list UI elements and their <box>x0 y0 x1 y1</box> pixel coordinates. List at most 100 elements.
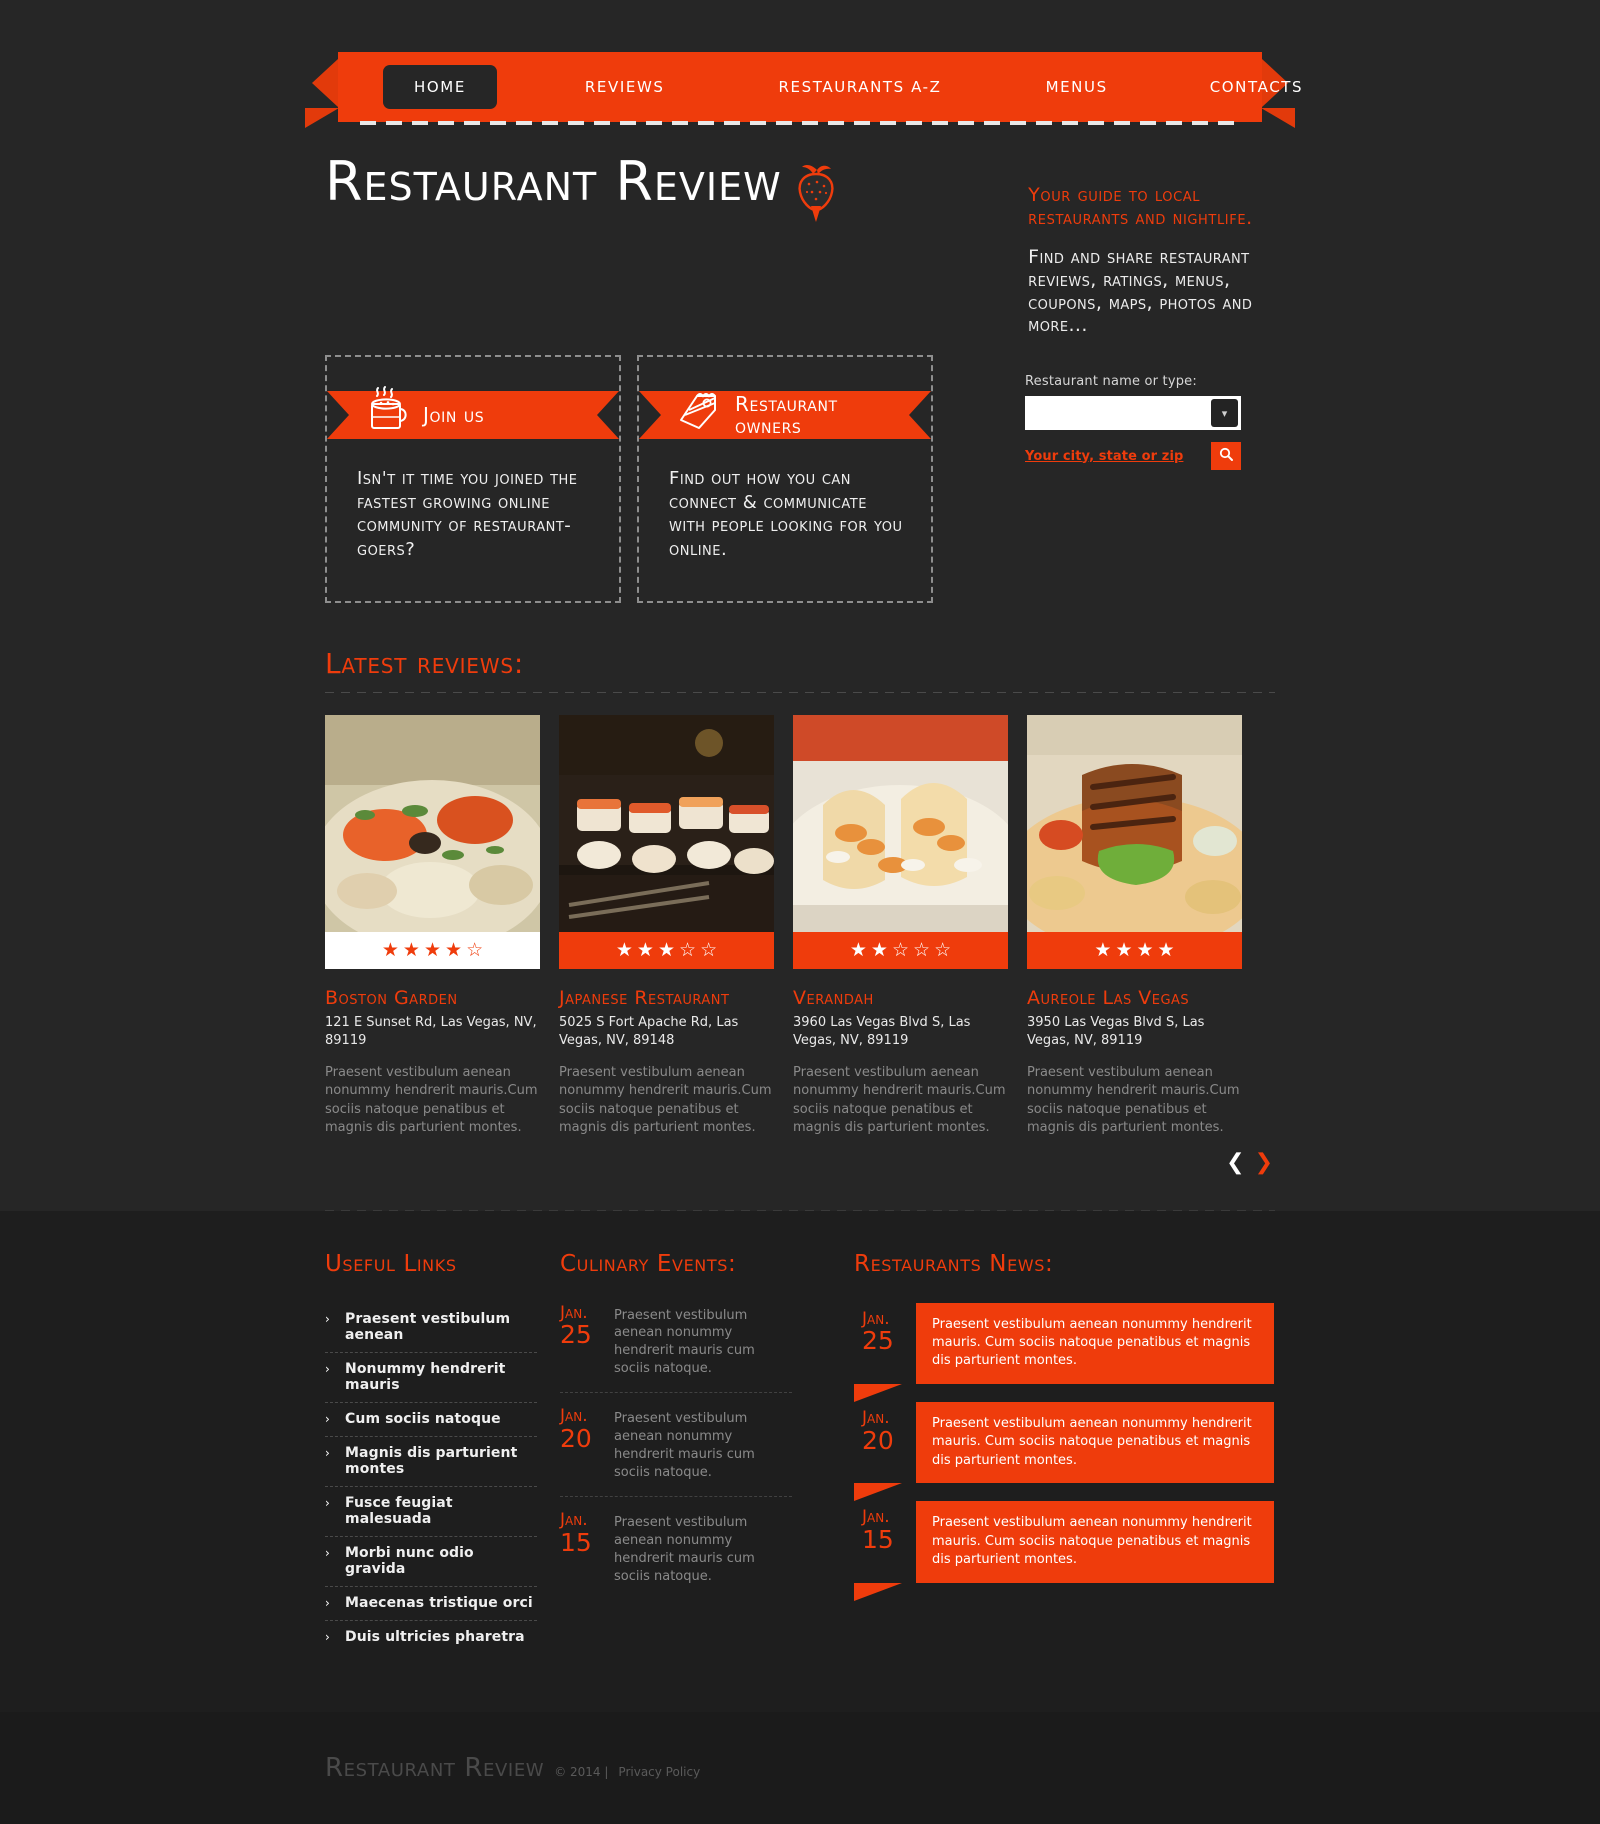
star-icon: ☆ <box>891 938 910 961</box>
review-card-rating: ★ ★ ☆ ☆ ☆ <box>793 931 1008 969</box>
footer-columns-region: Useful Links › Praesent vestibulum aenea… <box>0 1210 1600 1712</box>
nav-list: HOME REVIEWS RESTAURANTS A-Z MENUS CONTA… <box>338 52 1302 122</box>
list-item[interactable]: Jan. 15 Praesent vestibulum aenean nonum… <box>854 1501 1274 1602</box>
sushi-platter-photo <box>559 714 774 932</box>
useful-link-label: Magnis dis parturient montes <box>345 1444 518 1477</box>
tagline-secondary: Find and share restaurant reviews, ratin… <box>1028 246 1253 337</box>
chevron-down-icon[interactable]: ▾ <box>1211 399 1238 427</box>
review-cards: ★ ★ ★ ★ ☆ Boston Garden 121 E Sunset Rd,… <box>325 714 1275 1138</box>
review-card-image <box>325 714 540 932</box>
review-card[interactable]: ★ ★ ★ ★ Aureole Las Vegas 3950 Las Vegas… <box>1027 714 1242 1138</box>
useful-links-column: Useful Links › Praesent vestibulum aenea… <box>325 1251 537 1654</box>
chevron-right-icon: › <box>325 1545 330 1560</box>
review-card-address: 3950 Las Vegas Blvd S, Las Vegas, NV, 89… <box>1027 1014 1205 1049</box>
main-navigation: HOME REVIEWS RESTAURANTS A-Z MENUS CONTA… <box>305 52 1302 132</box>
star-icon: ★ <box>1136 938 1154 961</box>
promo-join-us[interactable]: Join us Isn't it time you joined the fas… <box>325 354 621 603</box>
list-item[interactable]: › Nonummy hendrerit mauris <box>325 1353 537 1403</box>
footer-columns: Useful Links › Praesent vestibulum aenea… <box>325 1251 1275 1654</box>
review-card-title[interactable]: Verandah <box>793 987 1008 1009</box>
tagline-column: Your guide to local restaurants and nigh… <box>1028 154 1275 337</box>
search-label: Restaurant name or type: <box>1025 374 1197 389</box>
site-logo[interactable]: Restaurant Review <box>325 153 782 211</box>
search-submit-button[interactable] <box>1211 442 1241 470</box>
coffee-cup-icon <box>363 384 415 436</box>
star-icon: ☆ <box>466 938 484 961</box>
nav-item-reviews[interactable]: REVIEWS <box>559 67 691 107</box>
review-card[interactable]: ★ ★ ☆ ☆ ☆ Verandah 3960 Las Vegas Blvd S… <box>793 714 1008 1138</box>
news-day: 25 <box>862 1326 894 1356</box>
culinary-events-column: Culinary Events: Jan. 25 Praesent vestib… <box>560 1251 792 1654</box>
review-card-title[interactable]: Japanese Restaurant <box>559 987 774 1009</box>
event-day: 15 <box>560 1527 592 1557</box>
useful-link-label: Morbi nunc odio gravida <box>345 1544 474 1577</box>
list-item[interactable]: › Duis ultricies pharetra <box>325 1621 537 1654</box>
culinary-events-title: Culinary Events: <box>560 1250 737 1277</box>
list-item[interactable]: Jan. 20 Praesent vestibulum aenean nonum… <box>560 1406 792 1497</box>
carousel-prev-arrow-icon[interactable]: ❮ <box>1226 1151 1244 1174</box>
privacy-policy-link[interactable]: Privacy Policy <box>618 1765 700 1779</box>
star-icon: ★ <box>1094 938 1112 961</box>
city-state-zip-link[interactable]: Your city, state or zip <box>1025 449 1211 464</box>
review-card-image <box>559 714 774 932</box>
list-item[interactable]: Jan. 20 Praesent vestibulum aenean nonum… <box>854 1401 1274 1502</box>
nav-item-home[interactable]: HOME <box>383 65 497 109</box>
nav-item-menus[interactable]: MENUS <box>1020 67 1134 107</box>
list-item[interactable]: Jan. 25 Praesent vestibulum aenean nonum… <box>560 1303 792 1394</box>
promo-restaurant-owners-label: Restaurant owners <box>735 391 838 438</box>
restaurants-news-column: Restaurants News: Jan. 25 Praesent vesti… <box>854 1251 1274 1654</box>
useful-link-label: Cum sociis natoque <box>345 1410 501 1427</box>
nav-item-contacts[interactable]: CONTACTS <box>1184 67 1329 107</box>
header-region: HOME REVIEWS RESTAURANTS A-Z MENUS CONTA… <box>0 0 1600 1211</box>
review-card-address: 5025 S Fort Apache Rd, Las Vegas, NV, 89… <box>559 1014 739 1049</box>
news-day: 15 <box>862 1525 894 1555</box>
search-input[interactable] <box>1025 396 1211 430</box>
star-icon: ★ <box>849 938 867 961</box>
list-item[interactable]: › Cum sociis natoque <box>325 1403 537 1437</box>
review-card-image <box>1027 714 1242 932</box>
review-card[interactable]: ★ ★ ★ ★ ☆ Boston Garden 121 E Sunset Rd,… <box>325 714 540 1138</box>
review-card-address: 3960 Las Vegas Blvd S, Las Vegas, NV, 89… <box>793 1014 971 1049</box>
promo-restaurant-owners-ribbon: Restaurant owners <box>639 390 931 439</box>
review-card-title[interactable]: Boston Garden <box>325 987 540 1009</box>
star-icon: ☆ <box>934 938 952 961</box>
list-item[interactable]: › Praesent vestibulum aenean <box>325 1303 537 1353</box>
footer-logo[interactable]: Restaurant Review <box>325 1753 544 1783</box>
ribbon-tail-left <box>305 108 339 128</box>
review-card-description: Praesent vestibulum aenean nonummy hendr… <box>1027 1064 1240 1136</box>
search-second-row: Your city, state or zip <box>1025 442 1241 470</box>
star-icon: ★ <box>657 938 676 961</box>
footer-copyright: © 2014 | <box>554 1764 609 1779</box>
nav-item-restaurants-az[interactable]: RESTAURANTS A-Z <box>753 67 968 107</box>
cake-slice-icon <box>675 384 727 436</box>
useful-link-label: Nonummy hendrerit mauris <box>345 1360 506 1393</box>
list-item[interactable]: › Magnis dis parturient montes <box>325 1437 537 1487</box>
news-day: 20 <box>862 1425 894 1455</box>
event-text: Praesent vestibulum aenean nonummy hendr… <box>614 1411 755 1481</box>
header-content: Restaurant Review Your guide to local re… <box>325 132 1275 1211</box>
list-item[interactable]: › Morbi nunc odio gravida <box>325 1537 537 1587</box>
page-root: HOME REVIEWS RESTAURANTS A-Z MENUS CONTA… <box>0 0 1600 1824</box>
chevron-right-icon: › <box>325 1445 330 1460</box>
section-divider <box>325 691 1275 693</box>
logo-column: Restaurant Review <box>325 153 1016 228</box>
list-item[interactable]: › Maecenas tristique orci <box>325 1587 537 1621</box>
list-item[interactable]: › Fusce feugiat malesuada <box>325 1487 537 1537</box>
review-card-title[interactable]: Aureole Las Vegas <box>1027 987 1242 1009</box>
list-item[interactable]: Jan. 15 Praesent vestibulum aenean nonum… <box>560 1510 792 1600</box>
promo-join-us-text: Isn't it time you joined the fastest gro… <box>357 467 578 561</box>
news-text: Praesent vestibulum aenean nonummy hendr… <box>916 1501 1274 1583</box>
event-text: Praesent vestibulum aenean nonummy hendr… <box>614 1515 755 1584</box>
star-icon: ★ <box>1157 938 1175 961</box>
promo-restaurant-owners-text: Find out how you can connect & communica… <box>669 467 903 561</box>
promo-restaurant-owners[interactable]: Restaurant owners Find out how you can c… <box>637 354 933 603</box>
event-date: Jan. 15 <box>560 1511 614 1586</box>
star-icon: ★ <box>445 938 463 961</box>
review-card-rating: ★ ★ ★ ★ <box>1027 931 1242 969</box>
carousel-next-arrow-icon[interactable]: ❯ <box>1255 1151 1273 1174</box>
tacos-photo <box>793 714 1008 932</box>
review-card[interactable]: ★ ★ ★ ☆ ☆ Japanese Restaurant 5025 S For… <box>559 714 774 1138</box>
event-text: Praesent vestibulum aenean nonummy hendr… <box>614 1307 755 1377</box>
list-item[interactable]: Jan. 25 Praesent vestibulum aenean nonum… <box>854 1302 1274 1403</box>
chevron-right-icon: › <box>325 1311 330 1326</box>
